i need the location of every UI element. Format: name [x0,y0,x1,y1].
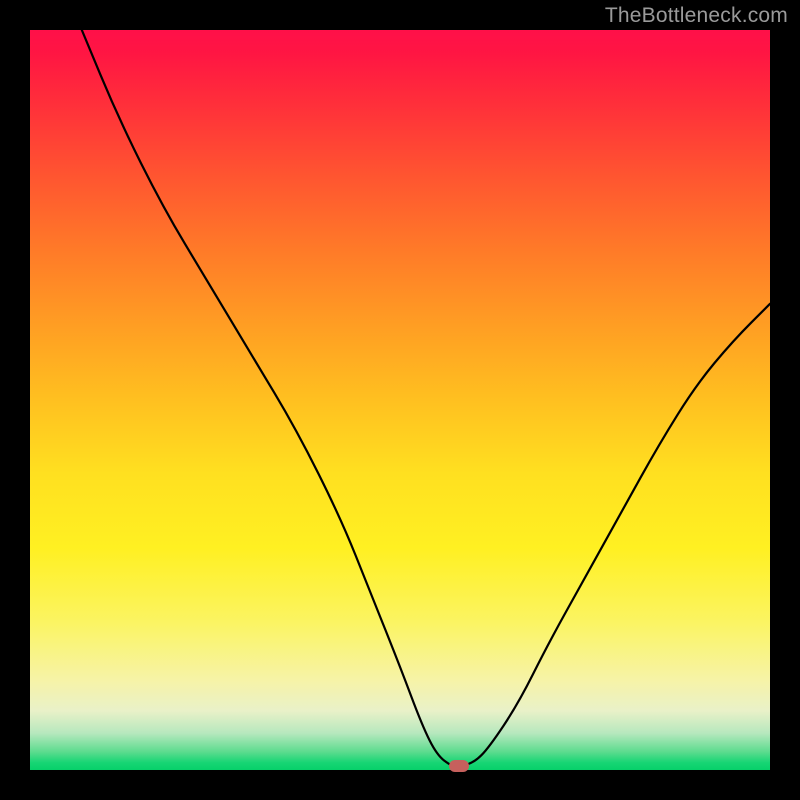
chart-frame: TheBottleneck.com [0,0,800,800]
chart-background-gradient [30,30,770,770]
watermark-text: TheBottleneck.com [605,4,788,28]
minimum-marker [449,760,469,772]
